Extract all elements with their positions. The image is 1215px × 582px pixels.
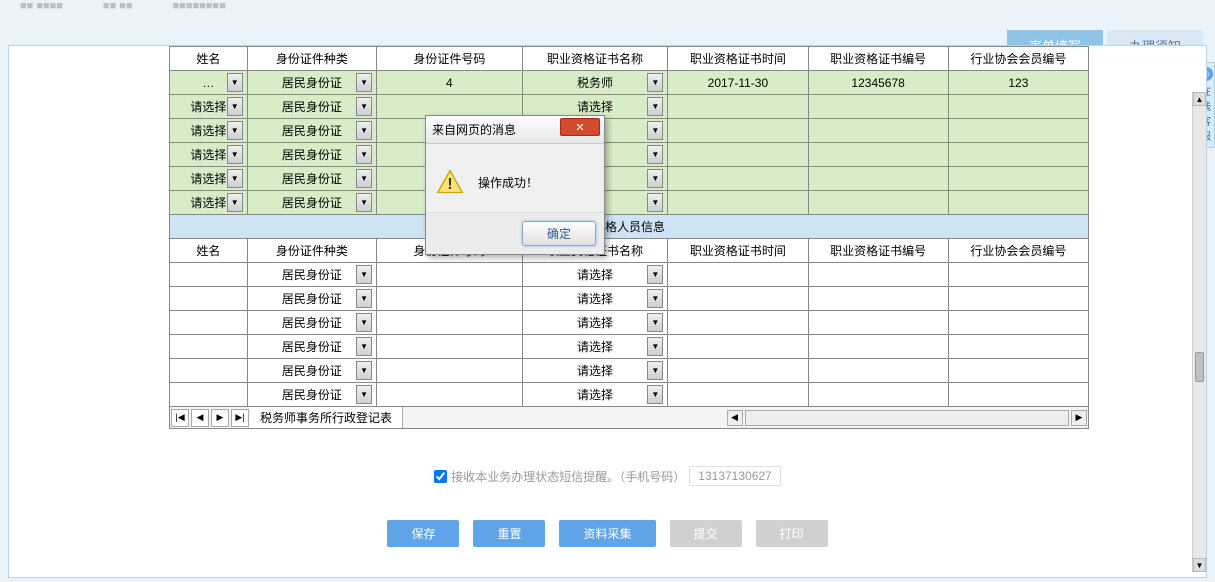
warning-icon: !	[436, 168, 464, 196]
dialog-titlebar[interactable]: 来自网页的消息 ✕	[426, 116, 604, 144]
message-dialog: 来自网页的消息 ✕ ! 操作成功！ 确定	[425, 115, 605, 255]
ok-button[interactable]: 确定	[522, 221, 596, 246]
dialog-message: 操作成功！	[478, 174, 538, 191]
svg-text:!: !	[447, 176, 452, 193]
modal-overlay: 来自网页的消息 ✕ ! 操作成功！ 确定	[0, 0, 1215, 582]
close-icon[interactable]: ✕	[560, 118, 600, 136]
dialog-title: 来自网页的消息	[432, 121, 516, 138]
